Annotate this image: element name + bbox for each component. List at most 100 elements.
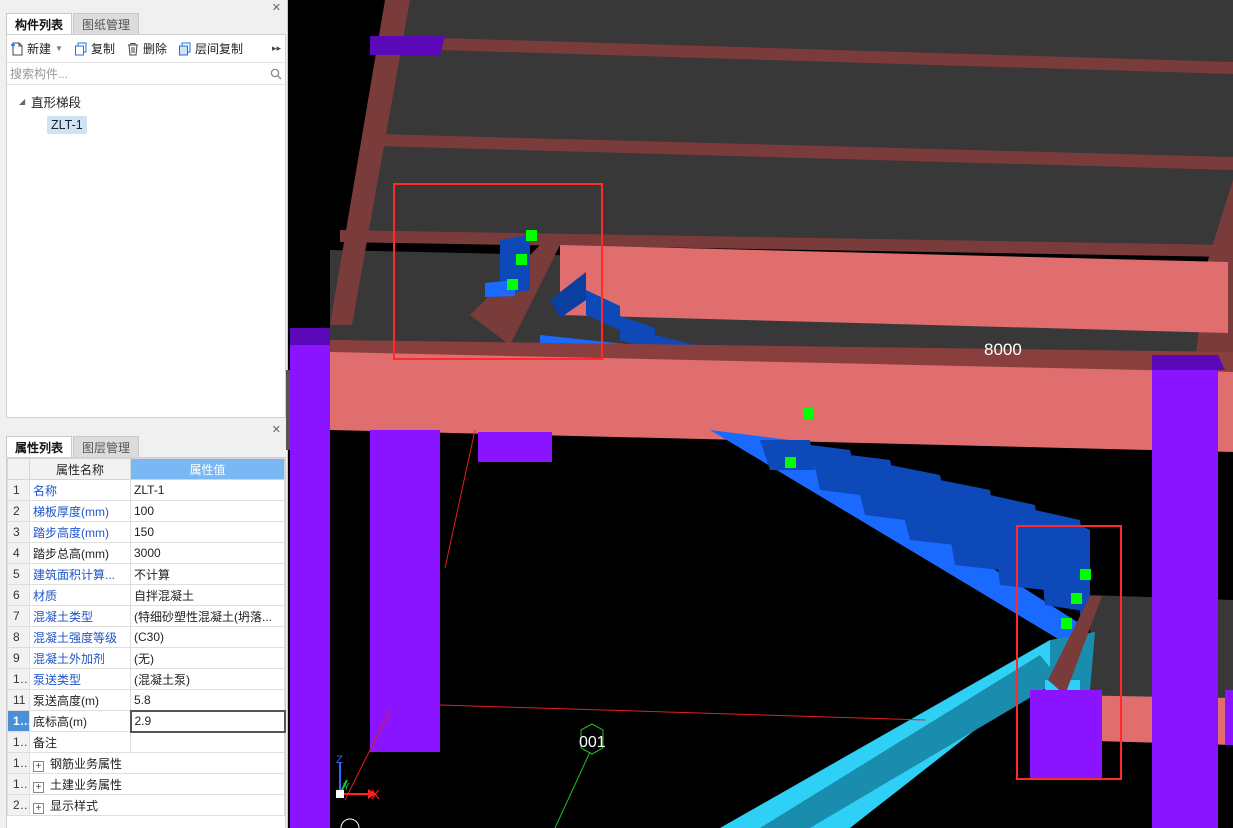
- property-value[interactable]: 自拌混凝土: [130, 584, 285, 606]
- axis-line: [344, 709, 391, 801]
- grip-point: [1071, 593, 1082, 604]
- 3d-scene[interactable]: 8000 001 Z Y X: [290, 0, 1233, 828]
- row-number: 7: [7, 605, 30, 627]
- property-value[interactable]: (特细砂塑性混凝土(坍落...: [130, 605, 285, 627]
- property-value[interactable]: (混凝土泵): [130, 668, 285, 690]
- table-row[interactable]: 6 材质 自拌混凝土: [7, 584, 285, 606]
- property-value[interactable]: ZLT-1: [130, 479, 285, 501]
- row-number: 8: [7, 626, 30, 648]
- property-group[interactable]: + 显示样式: [29, 794, 285, 816]
- table-row[interactable]: 7 混凝土类型 (特细砂塑性混凝土(坍落...: [7, 605, 285, 627]
- table-row[interactable]: 4 踏步总高(mm) 3000: [7, 542, 285, 564]
- table-row[interactable]: 9 混凝土外加剂 (无): [7, 647, 285, 669]
- more-icon[interactable]: ▸▸: [272, 43, 281, 54]
- new-file-icon: [11, 42, 23, 55]
- property-name: 踏步总高(mm): [29, 542, 131, 564]
- property-value[interactable]: 100: [130, 500, 285, 522]
- group-label: 土建业务属性: [50, 777, 123, 792]
- column: [1225, 690, 1233, 745]
- property-value[interactable]: (无): [130, 647, 285, 669]
- row-number: 21: [7, 794, 30, 816]
- tab-component-list[interactable]: 构件列表: [6, 13, 73, 34]
- table-row[interactable]: 1 名称 ZLT-1: [7, 479, 285, 501]
- property-name: 混凝土强度等级: [29, 626, 131, 648]
- copy-button[interactable]: 复制: [74, 40, 115, 57]
- row-number: 5: [7, 563, 30, 585]
- middle-stair-flight: [710, 430, 1090, 640]
- component-list-panel: 新建 ▼ 复制 删除 层间复制 ▸▸ ◢ 直形梯段: [6, 34, 286, 418]
- row-number: 2: [7, 500, 30, 522]
- property-value-editor[interactable]: 2.9: [129, 709, 286, 733]
- property-value-header: 属性值: [130, 458, 285, 480]
- tree-item-label[interactable]: ZLT-1: [47, 116, 87, 134]
- column: [1152, 370, 1218, 828]
- axis-gizmo: Z Y X: [336, 754, 380, 828]
- component-toolbar: 新建 ▼ 复制 删除 层间复制 ▸▸: [7, 35, 285, 63]
- tree-item[interactable]: ZLT-1: [7, 113, 285, 137]
- property-list-panel: 属性名称 属性值 1 名称 ZLT-1 2 梯板厚度(mm) 100 3 踏步高度(mm)…: [6, 457, 286, 828]
- property-value[interactable]: 3000: [130, 542, 285, 564]
- floor-copy-icon: [178, 42, 191, 55]
- row-number: 17: [7, 773, 30, 795]
- axis-line: [554, 751, 591, 828]
- table-row[interactable]: 14 + 钢筋业务属性: [7, 752, 285, 774]
- search-icon[interactable]: [270, 68, 282, 80]
- close-icon[interactable]: ✕: [272, 425, 281, 436]
- row-number: 9: [7, 647, 30, 669]
- tree-category[interactable]: ◢ 直形梯段: [7, 89, 285, 113]
- expand-plus-icon[interactable]: +: [33, 760, 44, 772]
- table-row[interactable]: 17 + 土建业务属性: [7, 773, 285, 795]
- property-value[interactable]: 150: [130, 521, 285, 543]
- row-number: 14: [7, 752, 30, 774]
- property-value[interactable]: 不计算: [130, 563, 285, 585]
- search-input[interactable]: [10, 66, 270, 81]
- row-number: 6: [7, 584, 30, 606]
- property-name: 泵送类型: [29, 668, 131, 690]
- dimension-label: 8000: [984, 340, 1022, 359]
- column: [478, 432, 552, 462]
- property-value[interactable]: [130, 731, 285, 753]
- tree-expand-icon[interactable]: ◢: [19, 97, 27, 106]
- expand-plus-icon[interactable]: +: [33, 802, 44, 814]
- tab-property-list[interactable]: 属性列表: [6, 436, 73, 457]
- table-row[interactable]: 11 泵送高度(m) 5.8: [7, 689, 285, 711]
- 3d-viewport[interactable]: 8000 001 Z Y X: [290, 0, 1233, 828]
- row-number: 3: [7, 521, 30, 543]
- copy-label: 复制: [90, 42, 115, 56]
- row-number: 12: [7, 710, 30, 732]
- component-tree: ◢ 直形梯段 ZLT-1: [7, 85, 285, 137]
- property-group[interactable]: + 钢筋业务属性: [29, 752, 285, 774]
- expand-plus-icon[interactable]: +: [33, 781, 44, 793]
- property-table: 属性名称 属性值 1 名称 ZLT-1 2 梯板厚度(mm) 100 3 踏步高度(mm)…: [7, 458, 286, 816]
- close-icon[interactable]: ✕: [272, 3, 281, 14]
- property-value[interactable]: 5.8: [130, 689, 285, 711]
- property-value[interactable]: (C30): [130, 626, 285, 648]
- tab-drawing-management[interactable]: 图纸管理: [73, 13, 140, 34]
- delete-button[interactable]: 删除: [126, 40, 167, 57]
- table-row[interactable]: 10 泵送类型 (混凝土泵): [7, 668, 285, 690]
- column-top: [290, 328, 330, 345]
- property-group[interactable]: + 土建业务属性: [29, 773, 285, 795]
- table-row[interactable]: 8 混凝土强度等级 (C30): [7, 626, 285, 648]
- table-row[interactable]: 21 + 显示样式: [7, 794, 285, 816]
- table-row[interactable]: 3 踏步高度(mm) 150: [7, 521, 285, 543]
- property-tabs: 属性列表 图层管理: [6, 435, 140, 457]
- row-number: 11: [7, 689, 30, 711]
- property-name: 踏步高度(mm): [29, 521, 131, 543]
- grip-point: [1080, 569, 1091, 580]
- column: [290, 345, 330, 828]
- table-row[interactable]: 2 梯板厚度(mm) 100: [7, 500, 285, 522]
- chevron-down-icon[interactable]: ▼: [55, 44, 63, 53]
- column-top: [370, 36, 445, 55]
- property-name-header: 属性名称: [29, 458, 131, 480]
- table-row[interactable]: 13 备注: [7, 731, 285, 753]
- table-row[interactable]: 5 建筑面积计算... 不计算: [7, 563, 285, 585]
- table-row[interactable]: 12 底标高(m) 2.9: [7, 709, 286, 733]
- row-number-header: [7, 458, 30, 480]
- tab-layer-management[interactable]: 图层管理: [73, 436, 140, 457]
- delete-label: 删除: [142, 42, 167, 56]
- new-button[interactable]: 新建 ▼: [10, 40, 63, 57]
- floor-copy-button[interactable]: 层间复制: [178, 40, 243, 57]
- slab: [350, 0, 1233, 245]
- grip-point: [507, 279, 518, 290]
